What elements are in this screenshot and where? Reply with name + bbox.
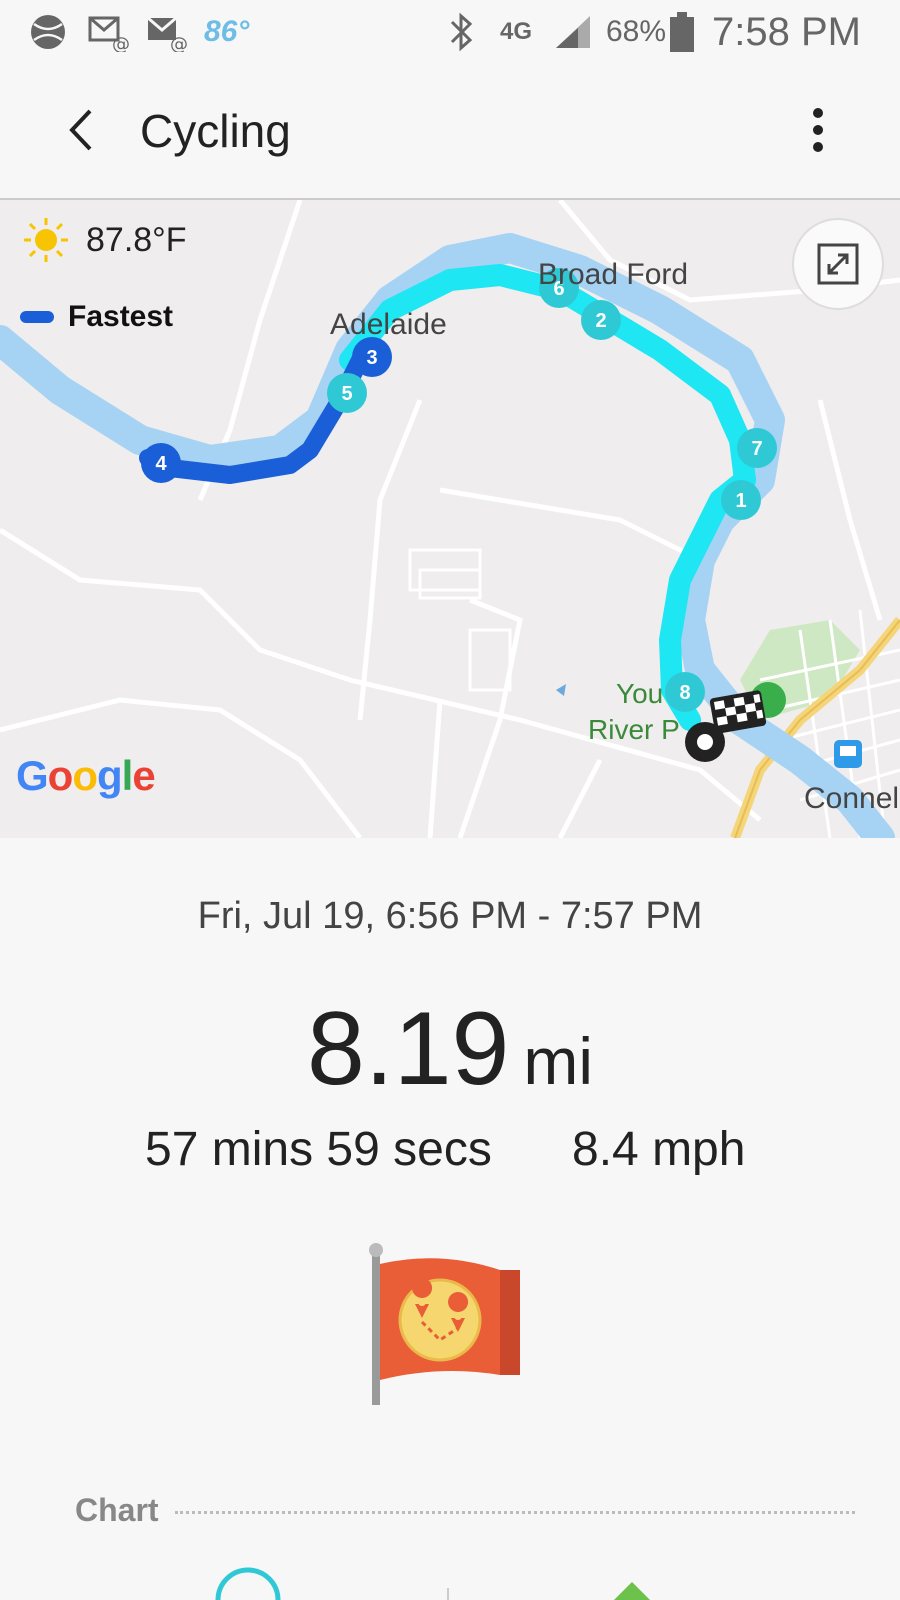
- route-marker-2: 2: [595, 310, 606, 332]
- google-logo: Google: [16, 752, 156, 800]
- svg-text:@: @: [112, 34, 130, 52]
- route-marker-5: 5: [341, 383, 352, 405]
- map-canvas: 1 2 3 4 5 6 7 8: [0, 200, 900, 838]
- distance-unit: mi: [523, 1024, 594, 1098]
- status-weather-temp: 86°: [204, 15, 250, 48]
- chart-section-title: Chart: [75, 1492, 159, 1528]
- mail-at-icon: @: [146, 10, 188, 54]
- google-logo-letter: G: [16, 752, 49, 799]
- google-logo-letter: g: [96, 752, 123, 799]
- battery-icon: [668, 10, 696, 54]
- battery-percent: 68%: [606, 15, 667, 48]
- weather-widget: 87.8°F: [22, 216, 187, 264]
- start-point-icon: [685, 722, 725, 762]
- app-bar: Cycling: [0, 64, 900, 200]
- network-type: 4G: [500, 18, 533, 45]
- route-flag-icon: [369, 1243, 520, 1405]
- google-logo-letter: e: [132, 752, 155, 799]
- route-marker-8: 8: [679, 682, 690, 704]
- divider: [174, 1511, 855, 1514]
- more-options-button[interactable]: [786, 98, 850, 162]
- lte-icon: 4G: [500, 10, 532, 54]
- map-place-label: Connel: [804, 782, 900, 815]
- google-logo-letter: o: [72, 752, 98, 799]
- route-map[interactable]: 1 2 3 4 5 6 7 8 87.8°F Fastest Broad For…: [0, 200, 900, 838]
- weather-temp: 87.8°F: [86, 220, 187, 259]
- legend-swatch: [20, 311, 54, 323]
- expand-icon: [817, 243, 859, 285]
- elevation-icon: [614, 1582, 650, 1600]
- ball-icon: [28, 10, 68, 54]
- workout-date-range: Fri, Jul 19, 6:56 PM - 7:57 PM: [197, 895, 703, 937]
- distance-display: 8.19 mi: [0, 990, 900, 1109]
- svg-text:@: @: [170, 34, 188, 52]
- mail-at-icon: @: [88, 10, 130, 54]
- legend-label: Fastest: [68, 300, 174, 333]
- timer-icon: [215, 1567, 281, 1600]
- route-marker-1: 1: [735, 490, 746, 512]
- map-place-label: River P: [588, 714, 680, 745]
- chart-icons-peek: [0, 1560, 900, 1600]
- duration-value: 57 mins 59 secs: [145, 1123, 492, 1176]
- route-flag-badge[interactable]: [360, 1240, 540, 1410]
- chevron-left-icon: [69, 109, 92, 151]
- map-place-label: Broad Ford: [538, 258, 689, 291]
- map-place-label: Adelaide: [330, 308, 447, 341]
- route-legend: Fastest: [20, 300, 173, 334]
- back-button[interactable]: [50, 98, 114, 162]
- distance-value: 8.19: [306, 991, 510, 1107]
- chart-section-header: Chart: [75, 1492, 855, 1529]
- sun-icon: [24, 218, 68, 262]
- google-logo-letter: o: [47, 752, 74, 799]
- bluetooth-icon: [446, 10, 476, 54]
- route-marker-3: 3: [366, 347, 377, 369]
- map-place-label: You: [616, 678, 664, 709]
- route-marker-7: 7: [751, 438, 762, 460]
- signal-icon: [552, 10, 594, 54]
- status-time: 7:58 PM: [712, 9, 861, 54]
- stats-row: 57 mins 59 secs 8.4 mph: [0, 1122, 900, 1182]
- more-vert-icon: [813, 108, 823, 152]
- route-marker-4: 4: [155, 453, 167, 475]
- status-bar: @ @ 86° 4G 68% 7:58 PM: [0, 0, 900, 64]
- google-logo-letter: l: [121, 752, 134, 799]
- expand-map-button[interactable]: [792, 218, 884, 310]
- speed-value: 8.4 mph: [572, 1123, 746, 1176]
- page-title: Cycling: [140, 105, 291, 157]
